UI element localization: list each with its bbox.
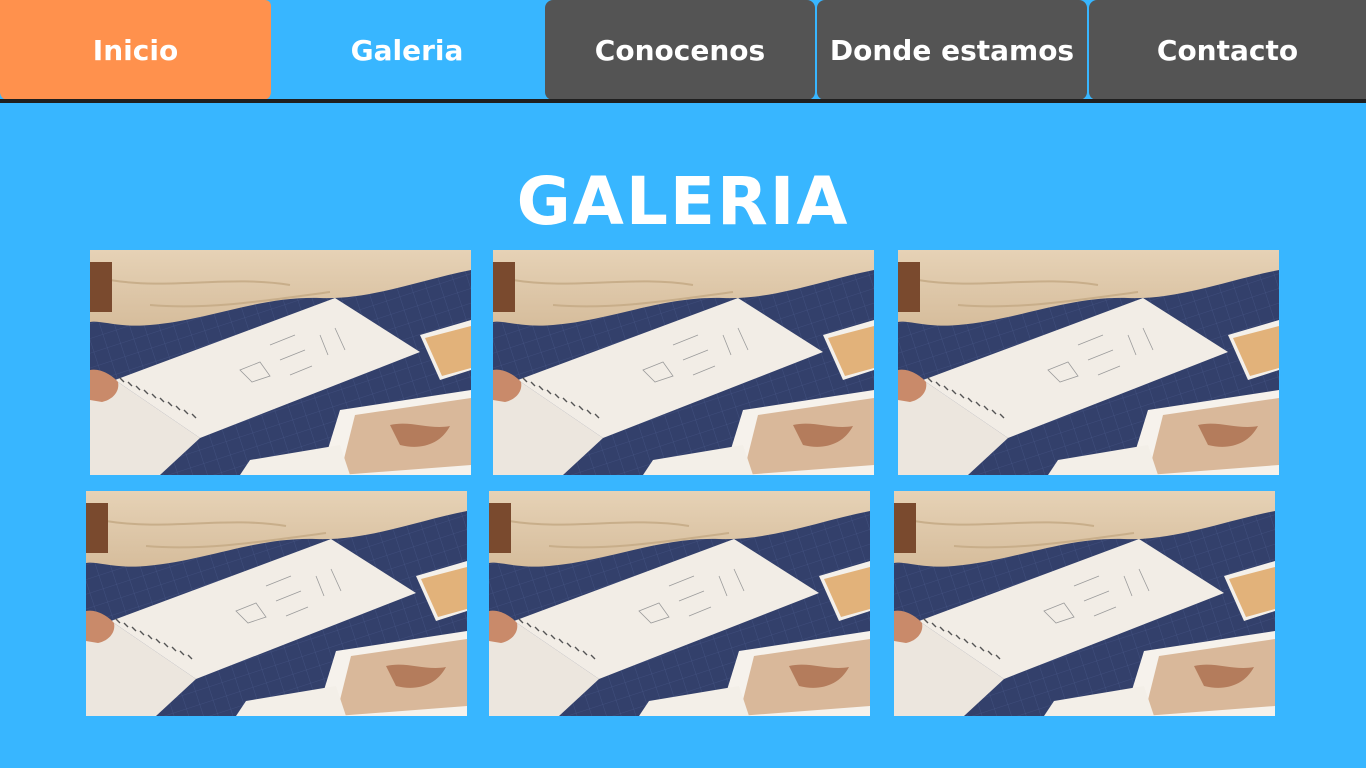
tab-contacto-label: Contacto [1156,33,1299,67]
tab-contacto[interactable]: Contacto [1089,0,1366,100]
gallery-photo [86,491,467,716]
tab-conocenos[interactable]: Conocenos [545,0,815,100]
tab-donde-estamos-label: Donde estamos [829,33,1075,67]
top-navigation: Inicio Galeria Conocenos Donde estamos C… [0,0,1366,104]
tab-galeria[interactable]: Galeria [271,0,543,100]
tab-galeria-label: Galeria [350,33,464,67]
tab-inicio-label: Inicio [92,33,179,67]
gallery-image-5[interactable] [489,491,870,716]
gallery-photo [894,491,1275,716]
gallery-image-6[interactable] [894,491,1275,716]
gallery-image-1[interactable] [90,250,471,475]
tab-donde-estamos[interactable]: Donde estamos [817,0,1087,100]
gallery-image-4[interactable] [86,491,467,716]
gallery-image-2[interactable] [493,250,874,475]
gallery-photo [489,491,870,716]
nav-divider [0,99,1366,103]
gallery-image-3[interactable] [898,250,1279,475]
gallery-photo [898,250,1279,475]
tab-inicio[interactable]: Inicio [0,0,271,100]
tab-conocenos-label: Conocenos [594,33,766,67]
gallery-photo [493,250,874,475]
gallery-photo [90,250,471,475]
page-title: GALERIA [516,163,850,240]
